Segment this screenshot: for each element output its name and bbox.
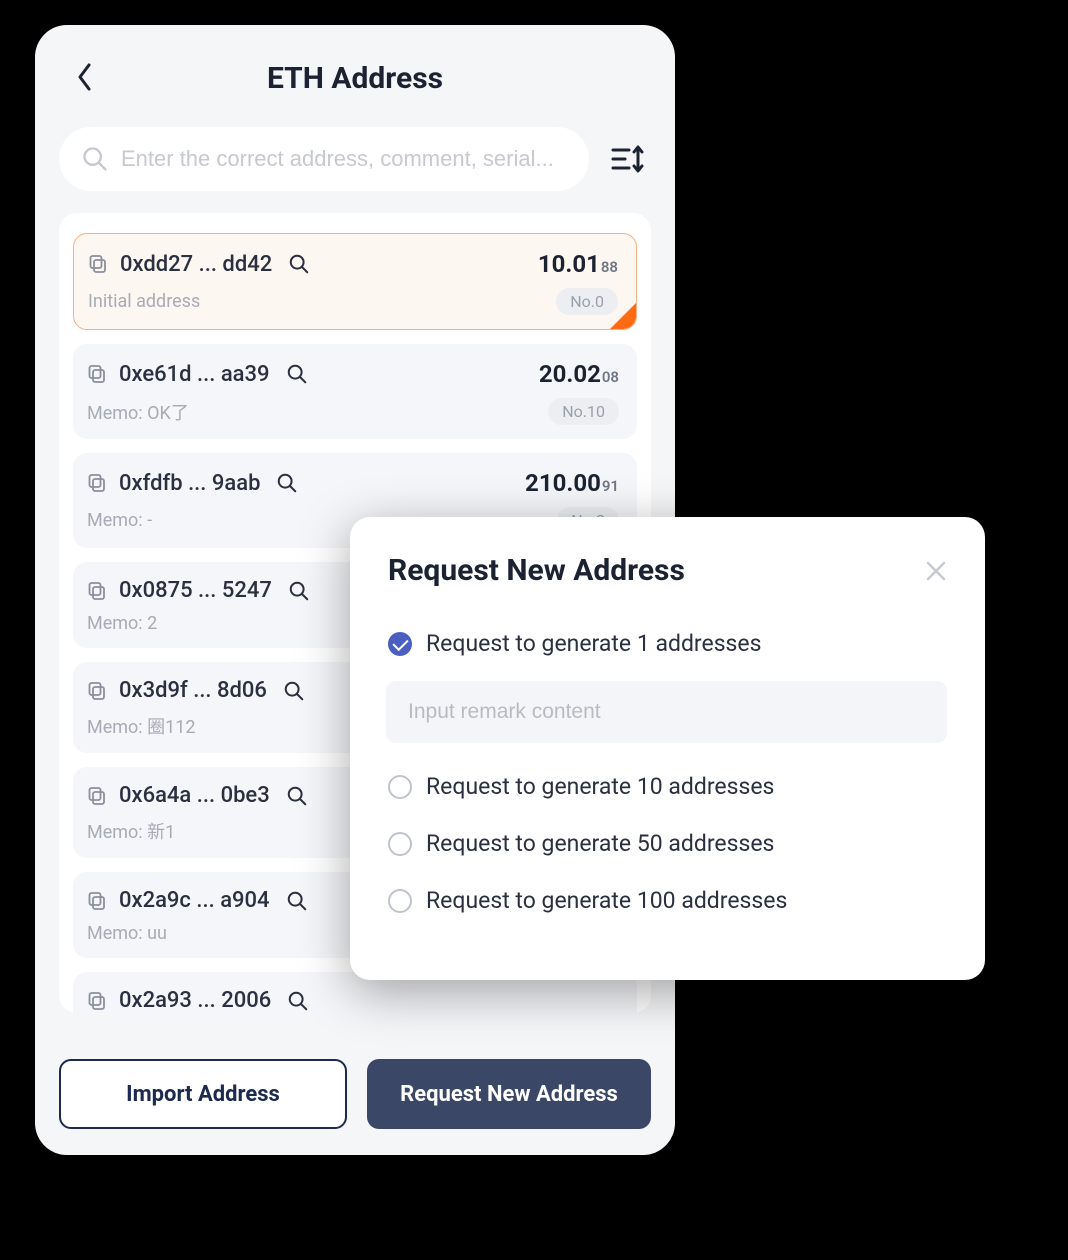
address-row-top: 0x2a93 ... 2006 xyxy=(87,988,619,1013)
address-text: 0xe61d ... aa39 xyxy=(119,362,270,387)
address-row-top: 0xe61d ... aa39 20.0208 xyxy=(87,360,619,388)
radio-unchecked-icon[interactable] xyxy=(388,832,412,856)
copy-icon[interactable] xyxy=(87,364,107,384)
search-box[interactable] xyxy=(59,127,589,191)
copy-icon[interactable] xyxy=(87,991,107,1011)
address-text: 0x6a4a ... 0be3 xyxy=(119,783,270,808)
magnify-icon[interactable] xyxy=(288,580,310,602)
balance-main: 210.00 xyxy=(525,469,601,497)
magnify-icon[interactable] xyxy=(286,785,308,807)
magnify-icon[interactable] xyxy=(288,253,310,275)
magnify-icon[interactable] xyxy=(287,990,309,1012)
radio-unchecked-icon[interactable] xyxy=(388,775,412,799)
address-text: 0xfdfb ... 9aab xyxy=(119,471,260,496)
option-label: Request to generate 100 addresses xyxy=(426,887,787,914)
copy-icon[interactable] xyxy=(87,891,107,911)
address-left: 0xdd27 ... dd42 xyxy=(88,252,310,277)
balance: 10.0188 xyxy=(538,250,618,278)
address-row-bottom: Memo: OK了 No.10 xyxy=(87,398,619,425)
radio-unchecked-icon[interactable] xyxy=(388,889,412,913)
option-label: Request to generate 10 addresses xyxy=(426,773,774,800)
balance-dec: 91 xyxy=(602,477,619,495)
copy-icon[interactable] xyxy=(87,581,107,601)
remark-input-box[interactable] xyxy=(386,681,947,743)
address-left: 0x2a93 ... 2006 xyxy=(87,988,309,1013)
modal-header: Request New Address xyxy=(388,553,947,588)
close-icon[interactable] xyxy=(925,560,947,582)
address-left: 0x3d9f ... 8d06 xyxy=(87,678,305,703)
address-card[interactable]: 0xdd27 ... dd42 10.0188 Initial addressNo.… xyxy=(73,233,637,330)
balance: 210.0091 xyxy=(525,469,619,497)
magnify-icon[interactable] xyxy=(276,472,298,494)
modal-options: Request to generate 1 addresses Request t… xyxy=(388,630,947,914)
memo: Memo: uu xyxy=(87,923,167,944)
generate-option[interactable]: Request to generate 1 addresses xyxy=(388,630,947,657)
request-new-address-button[interactable]: Request New Address xyxy=(367,1059,651,1129)
import-address-button[interactable]: Import Address xyxy=(59,1059,347,1129)
address-text: 0x0875 ... 5247 xyxy=(119,578,272,603)
balance: 20.0208 xyxy=(539,360,619,388)
generate-option[interactable]: Request to generate 50 addresses xyxy=(388,830,947,857)
address-left: 0x2a9c ... a904 xyxy=(87,888,308,913)
page-title: ETH Address xyxy=(267,61,443,96)
address-left: 0x0875 ... 5247 xyxy=(87,578,310,603)
request-new-address-modal: Request New Address Request to generate … xyxy=(350,517,985,980)
copy-icon[interactable] xyxy=(88,254,108,274)
copy-icon[interactable] xyxy=(87,473,107,493)
search-icon xyxy=(81,145,109,173)
radio-checked-icon[interactable] xyxy=(388,632,412,656)
address-row-bottom: Initial addressNo.0 xyxy=(88,288,618,315)
copy-icon[interactable] xyxy=(87,786,107,806)
sort-icon xyxy=(611,144,645,174)
balance-main: 10.01 xyxy=(538,250,600,278)
memo: Memo: 2 xyxy=(87,613,157,634)
modal-title: Request New Address xyxy=(388,553,685,588)
magnify-icon[interactable] xyxy=(286,890,308,912)
address-card[interactable]: 0xe61d ... aa39 20.0208 Memo: OK了 No.10 xyxy=(73,344,637,439)
magnify-icon[interactable] xyxy=(286,363,308,385)
address-text: 0x3d9f ... 8d06 xyxy=(119,678,267,703)
bottom-buttons: Import Address Request New Address xyxy=(59,1059,651,1129)
generate-option[interactable]: Request to generate 100 addresses xyxy=(388,887,947,914)
address-row-top: 0xdd27 ... dd42 10.0188 xyxy=(88,250,618,278)
serial-badge: No.10 xyxy=(548,398,619,425)
header: ETH Address xyxy=(59,53,651,103)
balance-main: 20.02 xyxy=(539,360,601,388)
generate-option[interactable]: Request to generate 10 addresses xyxy=(388,773,947,800)
address-row-top: 0xfdfb ... 9aab 210.0091 xyxy=(87,469,619,497)
balance-dec: 08 xyxy=(602,368,619,386)
balance-dec: 88 xyxy=(601,258,618,276)
address-text: 0xdd27 ... dd42 xyxy=(120,252,272,277)
memo: Memo: 新1 xyxy=(87,818,175,844)
address-text: 0x2a93 ... 2006 xyxy=(119,988,271,1013)
copy-icon[interactable] xyxy=(87,681,107,701)
memo: Memo: OK了 xyxy=(87,399,189,425)
option-label: Request to generate 50 addresses xyxy=(426,830,774,857)
magnify-icon[interactable] xyxy=(283,680,305,702)
back-button[interactable] xyxy=(69,61,101,93)
address-left: 0xfdfb ... 9aab xyxy=(87,471,298,496)
memo: Memo: 圈112 xyxy=(87,713,195,739)
address-left: 0x6a4a ... 0be3 xyxy=(87,783,308,808)
option-label: Request to generate 1 addresses xyxy=(426,630,762,657)
chevron-left-icon xyxy=(77,63,93,91)
search-row xyxy=(59,127,651,191)
address-left: 0xe61d ... aa39 xyxy=(87,362,308,387)
memo: Initial address xyxy=(88,291,200,312)
search-input[interactable] xyxy=(121,146,567,172)
remark-input[interactable] xyxy=(408,700,925,724)
memo: Memo: - xyxy=(87,510,152,531)
address-text: 0x2a9c ... a904 xyxy=(119,888,270,913)
selected-corner-marker xyxy=(608,301,637,330)
sort-button[interactable] xyxy=(605,136,651,182)
